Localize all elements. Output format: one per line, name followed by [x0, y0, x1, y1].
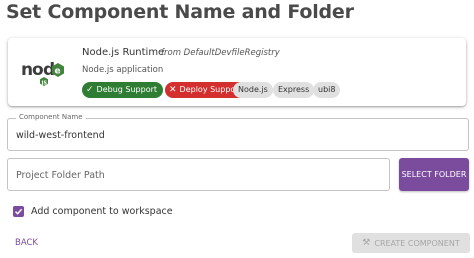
create-component-label: CREATE COMPONENT	[374, 238, 460, 248]
select-folder-button[interactable]: SELECT FOLDER	[399, 158, 469, 191]
debug-support-label: Debug Support	[96, 85, 158, 94]
project-folder-field[interactable]: Project Folder Path	[7, 158, 390, 191]
runtime-type: Node.js application	[82, 65, 164, 75]
page-title: Set Component Name and Folder	[6, 1, 354, 23]
nodejs-logo: n o d e JS	[20, 56, 68, 87]
component-name-label: Component Name	[16, 113, 86, 121]
project-folder-input[interactable]: Project Folder Path	[16, 170, 105, 181]
add-to-workspace-label: Add component to workspace	[31, 206, 173, 217]
tag-chip: ubi8	[313, 82, 341, 98]
component-name-input[interactable]: wild-west-frontend	[16, 130, 105, 141]
svg-text:o: o	[32, 60, 44, 80]
component-name-field[interactable]: Component Name wild-west-frontend	[7, 113, 469, 151]
back-button[interactable]: BACK	[15, 238, 38, 248]
debug-support-chip: ✓ Debug Support	[82, 82, 164, 98]
check-icon: ✓	[86, 85, 94, 95]
tools-icon: ⚒	[362, 238, 371, 248]
create-component-button[interactable]: ⚒ CREATE COMPONENT	[352, 233, 470, 253]
check-icon	[14, 208, 23, 215]
svg-text:JS: JS	[41, 81, 48, 87]
runtime-name: Node.js Runtime	[82, 47, 165, 58]
tag-chip: Express	[273, 82, 315, 98]
registry-name: from DefaultDevfileRegistry	[161, 48, 280, 58]
add-to-workspace-checkbox[interactable]	[13, 206, 24, 217]
devfile-card[interactable]: n o d e JS Node.js Runtime from DefaultD…	[8, 38, 466, 106]
svg-text:e: e	[55, 67, 61, 77]
close-icon: ✕	[169, 85, 177, 95]
tag-chip: Node.js	[233, 82, 273, 98]
